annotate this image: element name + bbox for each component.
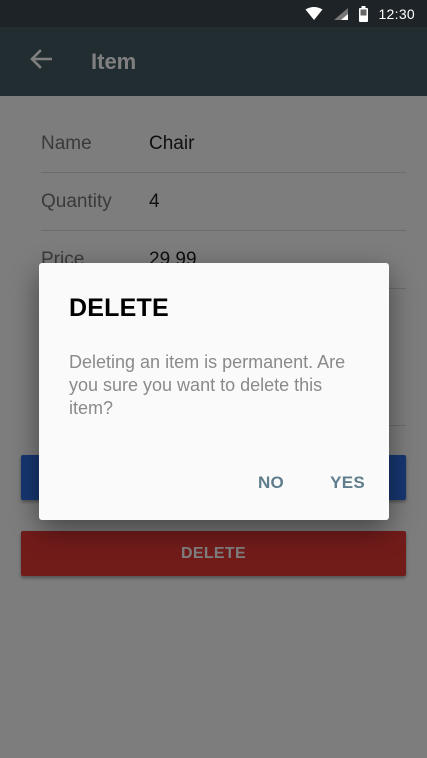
yes-button[interactable]: YES	[324, 469, 371, 497]
signal-icon	[333, 7, 349, 21]
wifi-icon	[305, 6, 323, 21]
no-button[interactable]: NO	[252, 469, 290, 497]
status-time: 12:30	[378, 5, 415, 22]
dialog-actions: NO YES	[252, 469, 371, 497]
battery-icon	[359, 5, 369, 22]
dialog-title: DELETE	[69, 294, 169, 322]
screen: 12:30 Item Name Chair Quantity 4 Price 2…	[0, 0, 427, 758]
dialog-message: Deleting an item is permanent. Are you s…	[69, 352, 346, 418]
status-bar: 12:30	[0, 0, 427, 27]
delete-dialog: DELETE Deleting an item is permanent. Ar…	[39, 263, 389, 520]
